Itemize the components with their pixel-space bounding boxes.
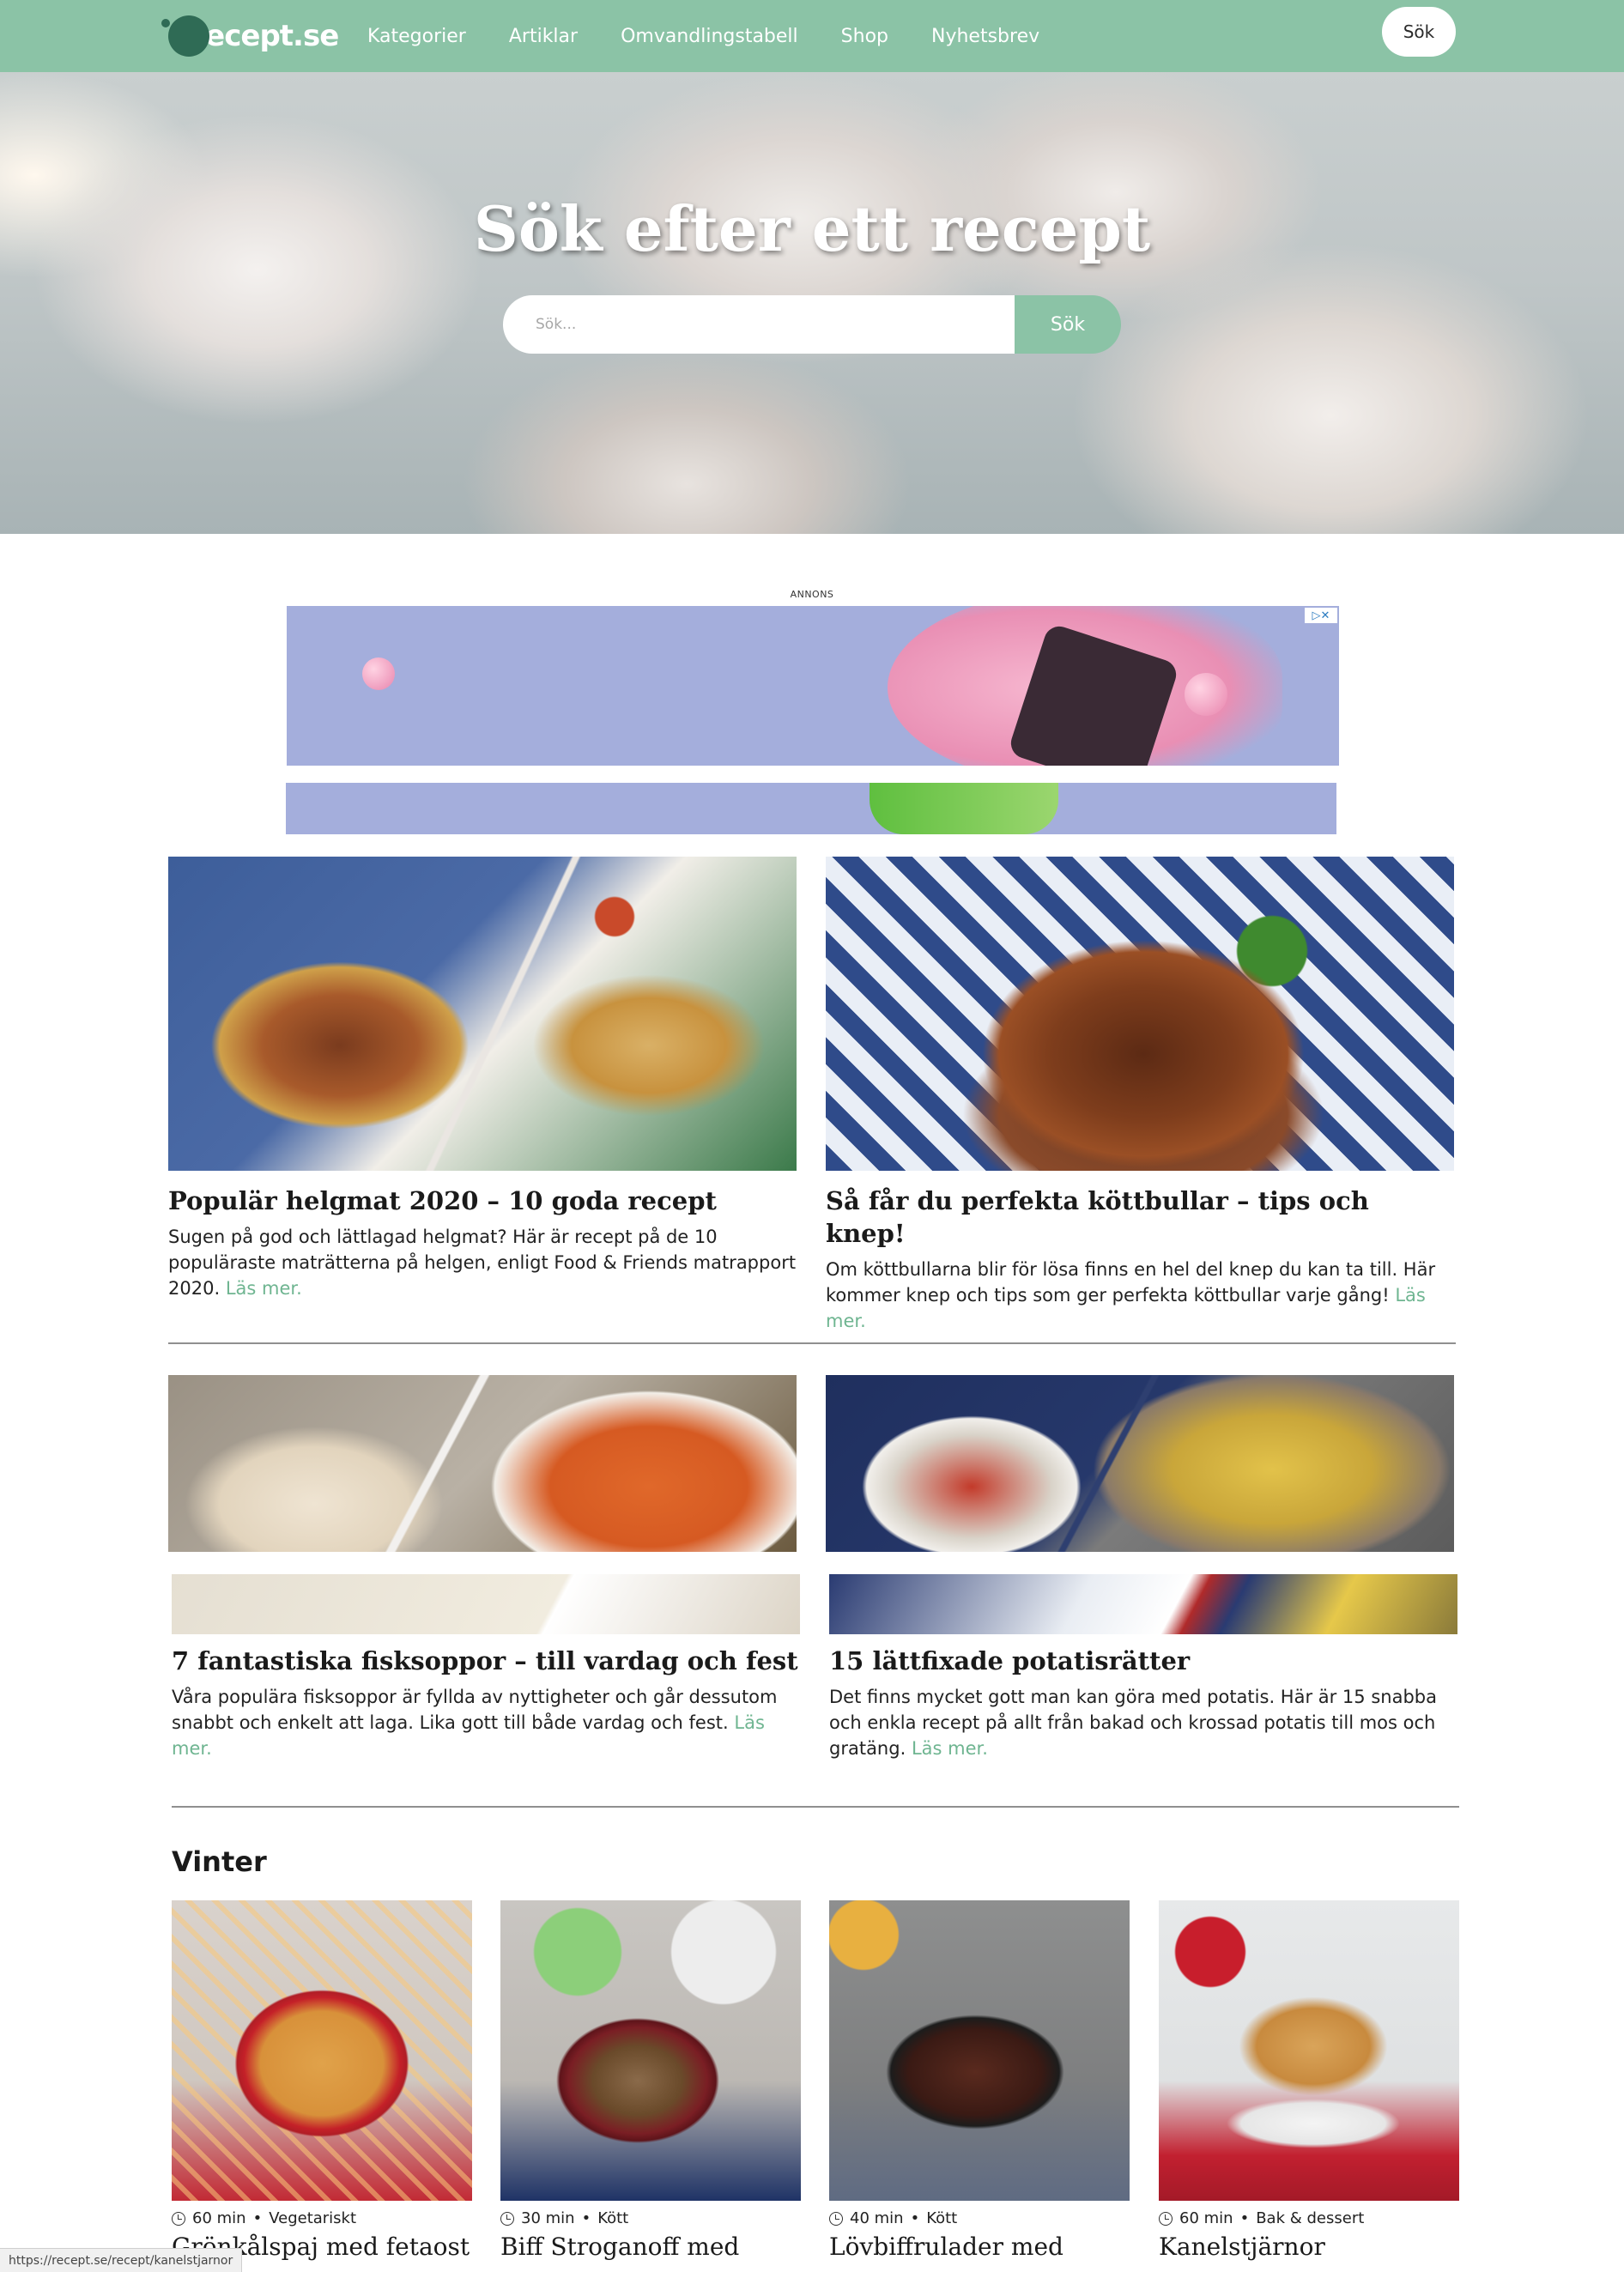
recipe-meta: 40 min • Kött xyxy=(829,2209,1130,2227)
site-logo[interactable]: Recept.se xyxy=(161,12,339,60)
recipe-time: 30 min xyxy=(521,2209,575,2227)
ad-decoration xyxy=(362,657,395,690)
recipe-time: 60 min xyxy=(192,2209,246,2227)
feature-card[interactable] xyxy=(826,1375,1454,1552)
meta-separator: • xyxy=(910,2209,920,2227)
clock-icon xyxy=(172,2211,185,2226)
recipe-category[interactable]: Vegetariskt xyxy=(269,2209,356,2227)
feature-image[interactable] xyxy=(826,1375,1454,1552)
hero-search-button[interactable]: Sök xyxy=(1015,295,1121,354)
recipe-category[interactable]: Bak & dessert xyxy=(1256,2209,1364,2227)
recipe-meta: 30 min • Kött xyxy=(500,2209,801,2227)
recipe-card[interactable]: 60 min • Bak & dessert Kanelstjärnor xyxy=(1159,1900,1459,2261)
recipe-meta: 60 min • Vegetariskt xyxy=(172,2209,472,2227)
nav-link-kategorier[interactable]: Kategorier xyxy=(367,26,466,47)
read-more-link[interactable]: Läs mer. xyxy=(912,1738,988,1759)
browser-status-url: https://recept.se/recept/kanelstjarnor xyxy=(0,2248,243,2272)
nav-link-nyhetsbrev[interactable]: Nyhetsbrev xyxy=(931,26,1039,47)
feature-description-text: Våra populära fisksoppor är fyllda av ny… xyxy=(172,1687,778,1733)
logo-mark-icon xyxy=(161,15,209,57)
ad-banner[interactable]: ▷✕ xyxy=(287,606,1339,766)
recipe-category[interactable]: Kött xyxy=(597,2209,628,2227)
section-title: Vinter xyxy=(172,1845,267,1878)
clock-icon xyxy=(829,2211,843,2226)
recipe-card[interactable]: 40 min • Kött Lövbiffrulader med xyxy=(829,1900,1130,2261)
ad-banner-secondary[interactable] xyxy=(286,783,1336,834)
hero-search-input[interactable] xyxy=(503,295,1015,354)
feature-description: Våra populära fisksoppor är fyllda av ny… xyxy=(172,1684,800,1761)
recipe-card[interactable]: 30 min • Kött Biff Stroganoff med xyxy=(500,1900,801,2261)
recipe-title[interactable]: Biff Stroganoff med xyxy=(500,2233,801,2261)
recipe-title[interactable]: Kanelstjärnor xyxy=(1159,2233,1459,2261)
recipe-time: 40 min xyxy=(850,2209,904,2227)
feature-image-overlay xyxy=(172,1574,800,1634)
meta-separator: • xyxy=(1239,2209,1250,2227)
feature-description: Det finns mycket gott man kan göra med p… xyxy=(829,1684,1457,1761)
clock-icon xyxy=(1159,2211,1173,2226)
clock-icon xyxy=(500,2211,514,2226)
hero-title: Sök efter ett recept xyxy=(473,192,1151,265)
nav-link-omvandlingstabell[interactable]: Omvandlingstabell xyxy=(621,26,798,47)
feature-title[interactable]: Så får du perfekta köttbullar – tips och… xyxy=(826,1184,1454,1250)
recipe-title[interactable]: Lövbiffrulader med xyxy=(829,2233,1130,2261)
hero-banner: Sök efter ett recept Sök xyxy=(0,72,1624,534)
feature-card[interactable] xyxy=(168,1375,797,1552)
nav-link-artiklar[interactable]: Artiklar xyxy=(509,26,578,47)
feature-description-text: Om köttbullarna blir för lösa finns en h… xyxy=(826,1259,1436,1306)
feature-image[interactable] xyxy=(826,857,1454,1171)
section-divider xyxy=(172,1806,1459,1808)
feature-title[interactable]: 7 fantastiska fisksoppor – till vardag o… xyxy=(172,1645,800,1677)
recipe-card[interactable]: 60 min • Vegetariskt Grönkålspaj med fet… xyxy=(172,1900,472,2261)
ad-label: ANNONS xyxy=(790,589,834,600)
nav-links: Kategorier Artiklar Omvandlingstabell Sh… xyxy=(367,0,1039,72)
feature-image[interactable] xyxy=(168,857,797,1171)
ad-product-image xyxy=(870,783,1058,834)
recipe-image[interactable] xyxy=(500,1900,801,2201)
recipe-image[interactable] xyxy=(1159,1900,1459,2201)
feature-description: Sugen på god och lättlagad helgmat? Här … xyxy=(168,1224,797,1301)
meta-separator: • xyxy=(581,2209,591,2227)
feature-card[interactable]: Så får du perfekta köttbullar – tips och… xyxy=(826,857,1454,1334)
ad-decoration xyxy=(1185,673,1227,716)
feature-card[interactable]: Populär helgmat 2020 – 10 goda recept Su… xyxy=(168,857,797,1301)
nav-search-button[interactable]: Sök xyxy=(1382,7,1456,57)
feature-title[interactable]: 15 lättfixade potatisrätter xyxy=(829,1645,1457,1677)
recipe-category[interactable]: Kött xyxy=(926,2209,957,2227)
feature-image[interactable] xyxy=(168,1375,797,1552)
recipe-meta: 60 min • Bak & dessert xyxy=(1159,2209,1459,2227)
feature-description: Om köttbullarna blir för lösa finns en h… xyxy=(826,1257,1454,1334)
recipe-time: 60 min xyxy=(1179,2209,1233,2227)
feature-card-text: 7 fantastiska fisksoppor – till vardag o… xyxy=(172,1634,800,1761)
feature-image-overlay xyxy=(829,1574,1457,1634)
feature-title[interactable]: Populär helgmat 2020 – 10 goda recept xyxy=(168,1184,797,1217)
ad-choices-close-icon[interactable]: ▷✕ xyxy=(1305,608,1337,623)
nav-link-shop[interactable]: Shop xyxy=(841,26,888,47)
top-navigation: Recept.se Kategorier Artiklar Omvandling… xyxy=(0,0,1624,72)
feature-card-text: 15 lättfixade potatisrätter Det finns my… xyxy=(829,1634,1457,1761)
meta-separator: • xyxy=(252,2209,263,2227)
recipe-image[interactable] xyxy=(829,1900,1130,2201)
read-more-link[interactable]: Läs mer. xyxy=(226,1278,302,1299)
hero-search-form: Sök xyxy=(503,295,1121,354)
recipe-image[interactable] xyxy=(172,1900,472,2201)
section-divider xyxy=(168,1342,1456,1344)
